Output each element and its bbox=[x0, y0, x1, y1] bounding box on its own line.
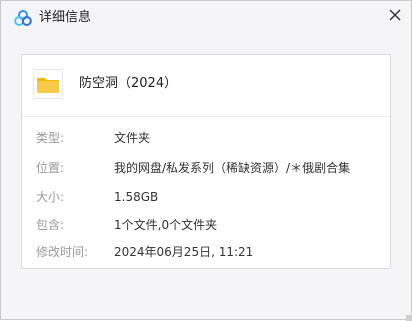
contents-value: 1个文件,0个文件夹 bbox=[114, 218, 218, 232]
dialog-title: 详细信息 bbox=[39, 10, 92, 25]
folder-icon bbox=[33, 69, 63, 99]
detail-row-type: 类型: 文件夹 bbox=[22, 128, 390, 148]
detail-row-location: 位置: 我的网盘/私发系列（稀缺资源）/＊俄剧合集 bbox=[22, 158, 390, 178]
detail-row-contents: 包含: 1个文件,0个文件夹 bbox=[22, 215, 390, 235]
details-dialog: 详细信息 防空洞（2024） 类型: 文件夹 位置: 我的网盘/私发系列（稀缺资… bbox=[0, 0, 412, 321]
divider bbox=[22, 116, 390, 117]
close-button[interactable] bbox=[384, 4, 406, 26]
resize-grip-icon bbox=[406, 315, 412, 321]
title-bar[interactable]: 详细信息 bbox=[1, 1, 411, 35]
modified-value: 2024年06月25日, 11:21 bbox=[114, 245, 254, 259]
details-panel: 防空洞（2024） 类型: 文件夹 位置: 我的网盘/私发系列（稀缺资源）/＊俄… bbox=[21, 54, 412, 321]
close-icon bbox=[389, 9, 401, 21]
folder-name: 防空洞（2024） bbox=[79, 76, 178, 91]
detail-row-modified: 修改时间: 2024年06月25日, 11:21 bbox=[22, 242, 390, 262]
location-value: 我的网盘/私发系列（稀缺资源）/＊俄剧合集 bbox=[114, 161, 351, 175]
detail-row-size: 大小: 1.58GB bbox=[22, 187, 390, 207]
size-value: 1.58GB bbox=[114, 190, 159, 204]
modified-label: 修改时间: bbox=[36, 245, 89, 259]
size-label: 大小: bbox=[36, 190, 65, 204]
baidu-netdisk-cloud-icon bbox=[14, 10, 32, 26]
location-label: 位置: bbox=[36, 161, 65, 175]
type-value: 文件夹 bbox=[114, 131, 151, 145]
contents-label: 包含: bbox=[36, 218, 65, 232]
type-label: 类型: bbox=[36, 131, 65, 145]
